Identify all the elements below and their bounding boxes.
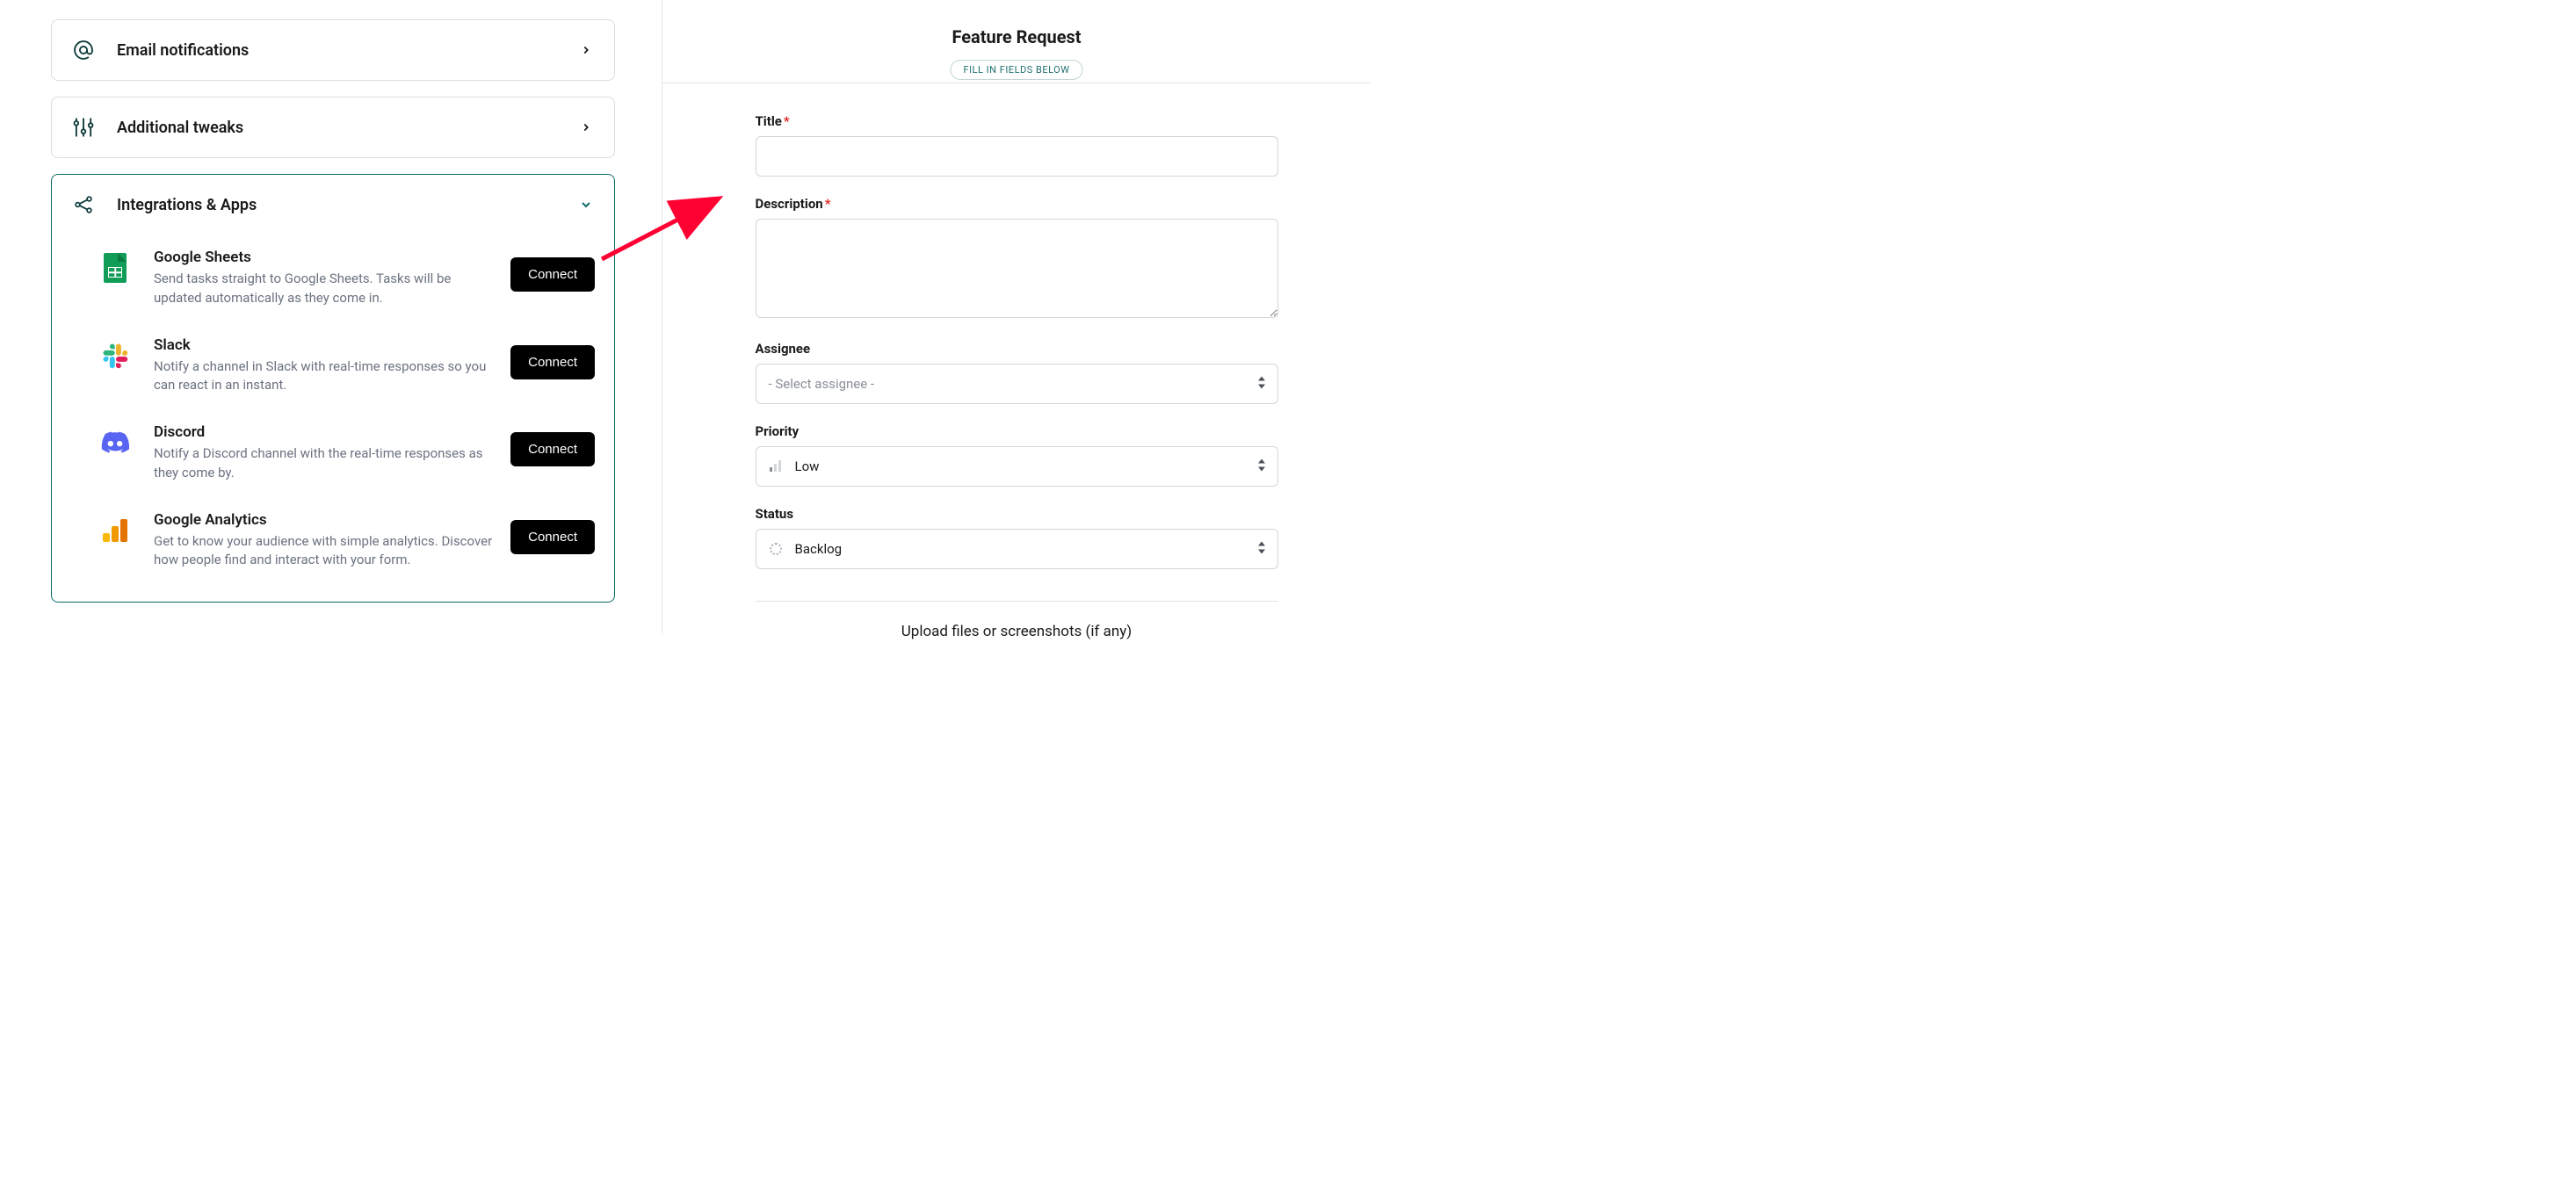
field-description: Description* <box>756 196 1278 321</box>
integration-title: Slack <box>154 336 496 354</box>
connect-button[interactable]: Connect <box>510 520 595 554</box>
required-mark: * <box>784 113 790 129</box>
card-additional-tweaks[interactable]: Additional tweaks <box>51 97 615 158</box>
status-label: Status <box>756 506 1278 522</box>
integration-desc: Notify a Discord channel with the real-t… <box>154 444 496 483</box>
connect-button[interactable]: Connect <box>510 257 595 292</box>
integration-slack: Slack Notify a channel in Slack with rea… <box>71 322 595 410</box>
integration-desc: Send tasks straight to Google Sheets. Ta… <box>154 270 496 308</box>
integration-list: Google Sheets Send tasks straight to Goo… <box>52 235 614 602</box>
card-email-notifications[interactable]: Email notifications <box>51 19 615 81</box>
chevron-right-icon <box>577 41 595 59</box>
priority-select[interactable]: Low <box>756 446 1278 487</box>
field-priority: Priority Low <box>756 423 1278 487</box>
form-body: Title* Description* Assignee - Select as… <box>756 83 1278 640</box>
field-title: Title* <box>756 113 1278 177</box>
upload-hint: Upload files or screenshots (if any) <box>756 602 1278 640</box>
card-title: Additional tweaks <box>117 119 577 137</box>
description-input[interactable] <box>756 219 1278 318</box>
assignee-select[interactable]: - Select assignee - <box>756 364 1278 404</box>
card-title: Email notifications <box>117 41 577 60</box>
form-header: Feature Request FILL IN FIELDS BELOW <box>662 0 1371 47</box>
field-status: Status Backlog <box>756 506 1278 569</box>
integration-title: Google Sheets <box>154 249 496 266</box>
card-title: Integrations & Apps <box>117 196 577 214</box>
integration-body: Slack Notify a channel in Slack with rea… <box>154 336 510 396</box>
form-preview-panel: Feature Request FILL IN FIELDS BELOW Tit… <box>662 0 1371 633</box>
integration-google-analytics: Google Analytics Get to know your audien… <box>71 497 595 585</box>
status-select[interactable]: Backlog <box>756 529 1278 569</box>
integration-desc: Get to know your audience with simple an… <box>154 532 496 571</box>
google-sheets-icon <box>101 254 129 282</box>
card-header-tweaks[interactable]: Additional tweaks <box>52 97 614 157</box>
priority-label: Priority <box>756 423 1278 439</box>
connect-button[interactable]: Connect <box>510 432 595 466</box>
form-title: Feature Request <box>662 26 1371 47</box>
integration-body: Discord Notify a Discord channel with th… <box>154 423 510 483</box>
discord-icon <box>101 429 129 457</box>
at-sign-icon <box>71 38 96 62</box>
settings-left-panel: Email notifications Additional tweaks <box>51 19 615 618</box>
assignee-label: Assignee <box>756 341 1278 357</box>
share-nodes-icon <box>71 192 96 217</box>
chevron-right-icon <box>577 119 595 136</box>
integration-discord: Discord Notify a Discord channel with th… <box>71 409 595 497</box>
required-mark: * <box>825 196 831 212</box>
integration-body: Google Analytics Get to know your audien… <box>154 511 510 571</box>
slack-icon <box>101 342 129 370</box>
card-header-email[interactable]: Email notifications <box>52 20 614 80</box>
title-label: Title* <box>756 113 1278 129</box>
chevron-down-icon <box>577 196 595 213</box>
field-assignee: Assignee - Select assignee - <box>756 341 1278 404</box>
integration-title: Discord <box>154 423 496 441</box>
google-analytics-icon <box>101 516 129 545</box>
description-label: Description* <box>756 196 1278 212</box>
integration-title: Google Analytics <box>154 511 496 529</box>
card-header-integrations[interactable]: Integrations & Apps <box>52 175 614 235</box>
integration-google-sheets: Google Sheets Send tasks straight to Goo… <box>71 235 595 322</box>
integration-body: Google Sheets Send tasks straight to Goo… <box>154 249 510 308</box>
form-badge: FILL IN FIELDS BELOW <box>951 60 1083 80</box>
sliders-icon <box>71 115 96 140</box>
title-input[interactable] <box>756 136 1278 177</box>
connect-button[interactable]: Connect <box>510 345 595 379</box>
integration-desc: Notify a channel in Slack with real-time… <box>154 357 496 396</box>
card-integrations: Integrations & Apps Google Sheets Send t… <box>51 174 615 603</box>
